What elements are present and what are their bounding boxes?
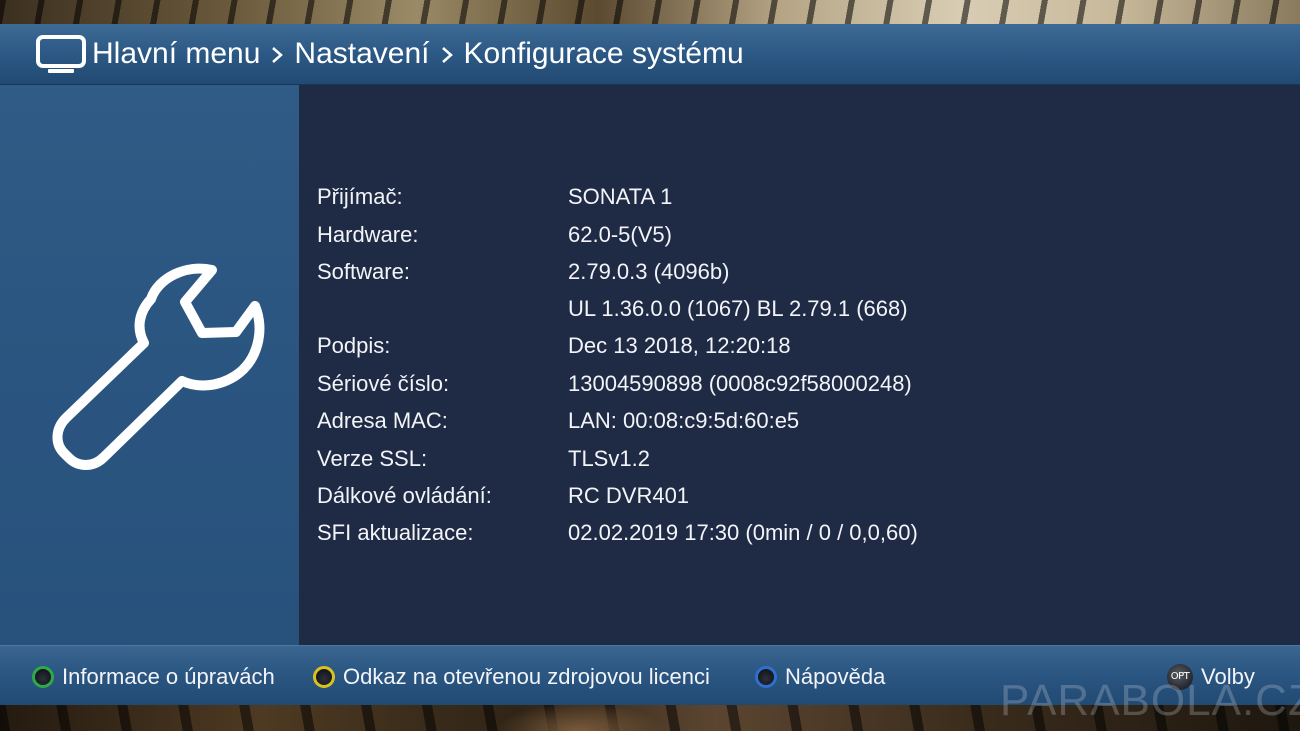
breadcrumb-item-system-config: Konfigurace systému: [463, 37, 744, 70]
info-label: Hardware:: [317, 222, 419, 247]
info-label: Software:: [317, 259, 410, 284]
info-value: SONATA 1: [568, 184, 673, 209]
info-value: UL 1.36.0.0 (1067) BL 2.79.1 (668): [568, 296, 908, 321]
info-value: LAN: 00:08:c9:5d:60:e5: [568, 408, 800, 433]
wrench-icon: [52, 263, 265, 470]
green-button-changelog[interactable]: Informace o úpravách: [32, 663, 275, 691]
blue-button-label: Nápověda: [785, 664, 886, 689]
chevron-right-icon: [269, 36, 285, 72]
background-photo-top: [0, 0, 1300, 26]
info-label: Adresa MAC:: [317, 408, 448, 433]
info-label: Přijímač:: [317, 184, 403, 209]
info-value: 62.0-5(V5): [568, 222, 672, 247]
blue-button-help[interactable]: Nápověda: [755, 663, 885, 691]
yellow-button-license[interactable]: Odkaz na otevřenou zdrojovou licenci: [313, 663, 710, 691]
info-value: 2.79.0.3 (4096b): [568, 259, 730, 284]
info-value: Dec 13 2018, 12:20:18: [568, 333, 791, 358]
info-label: Podpis:: [317, 333, 391, 358]
header-bar: Hlavní menu Nastavení Konfigurace systém…: [0, 24, 1300, 85]
yellow-button-label: Odkaz na otevřenou zdrojovou licenci: [343, 664, 710, 689]
green-button-label: Informace o úpravách: [62, 664, 275, 689]
info-value: 02.02.2019 17:30 (0min / 0 / 0,0,60): [568, 520, 918, 545]
info-label: Verze SSL:: [317, 446, 428, 471]
info-label: Sériové číslo:: [317, 371, 450, 396]
breadcrumb-item-settings[interactable]: Nastavení: [294, 36, 429, 72]
blue-key-icon: [755, 666, 777, 688]
info-value: RC DVR401: [568, 483, 690, 508]
yellow-key-icon: [313, 666, 335, 688]
info-label: SFI aktualizace:: [317, 520, 474, 545]
chevron-right-icon: [439, 36, 455, 72]
green-key-icon: [32, 666, 54, 688]
breadcrumb-item-main-menu[interactable]: Hlavní menu: [92, 36, 260, 72]
breadcrumb: Hlavní menu Nastavení Konfigurace systém…: [92, 36, 744, 72]
watermark: PARABOLA.CZ: [1000, 676, 1300, 725]
main-panel: Přijímač: SONATA 1 Hardware: 62.0-5(V5) …: [299, 85, 1300, 645]
tv-icon: [36, 35, 86, 73]
info-value: TLSv1.2: [568, 446, 650, 471]
info-label: Dálkové ovládání:: [317, 483, 492, 508]
info-value: 13004590898 (0008c92f58000248): [568, 371, 912, 396]
